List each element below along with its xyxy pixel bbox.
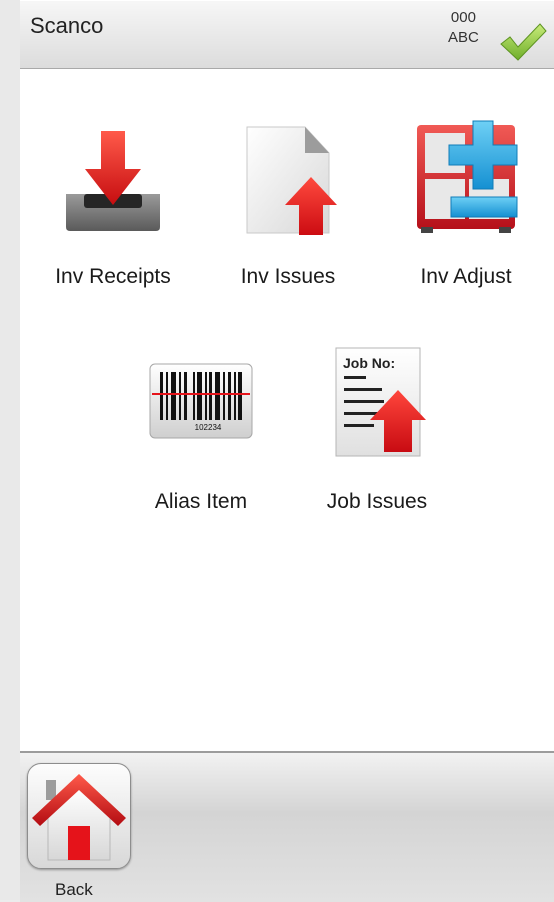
cabinet-plus-icon: [417, 120, 518, 233]
app-title: Scanco: [30, 13, 104, 38]
menu-item-inv-receipts[interactable]: Inv Receipts: [38, 119, 188, 319]
app-window: Scanco 000 ABC Inv Receipts Inv Issues I…: [20, 0, 554, 902]
menu-item-alias-item[interactable]: 102234 Alias Item: [126, 344, 276, 544]
home-icon: [32, 774, 126, 861]
menu-item-job-issues[interactable]: Job No: Job Issues: [302, 344, 452, 544]
back-label: Back: [55, 880, 93, 899]
menu-item-label: Inv Issues: [240, 265, 336, 288]
menu-item-inv-issues[interactable]: Inv Issues: [213, 119, 363, 319]
document-upload-icon: [246, 126, 337, 235]
barcode-icon: 102234: [149, 363, 253, 439]
menu-item-label: Inv Adjust: [420, 265, 512, 288]
status-line-1: 000: [450, 9, 476, 26]
status-line-2: ABC: [448, 29, 479, 46]
barcode-number: 102234: [195, 423, 222, 432]
inbox-download-icon: [66, 131, 160, 231]
left-screen-edge: [0, 0, 21, 900]
green-checkmark-icon[interactable]: [498, 20, 548, 64]
job-no-text: Job No:: [343, 355, 395, 371]
status-readout: 000 ABC: [448, 8, 479, 48]
header-bar: Scanco 000 ABC: [20, 0, 554, 69]
back-button[interactable]: [27, 763, 131, 869]
menu-item-inv-adjust[interactable]: Inv Adjust: [391, 119, 541, 319]
job-document-upload-icon: Job No:: [335, 347, 426, 457]
footer-bar: Back: [20, 751, 554, 902]
menu-item-label: Alias Item: [154, 490, 248, 513]
menu-item-label: Inv Receipts: [55, 265, 171, 288]
menu-item-label: Job Issues: [326, 490, 428, 513]
menu-grid: Inv Receipts Inv Issues Inv Adjust 10223…: [20, 69, 554, 751]
